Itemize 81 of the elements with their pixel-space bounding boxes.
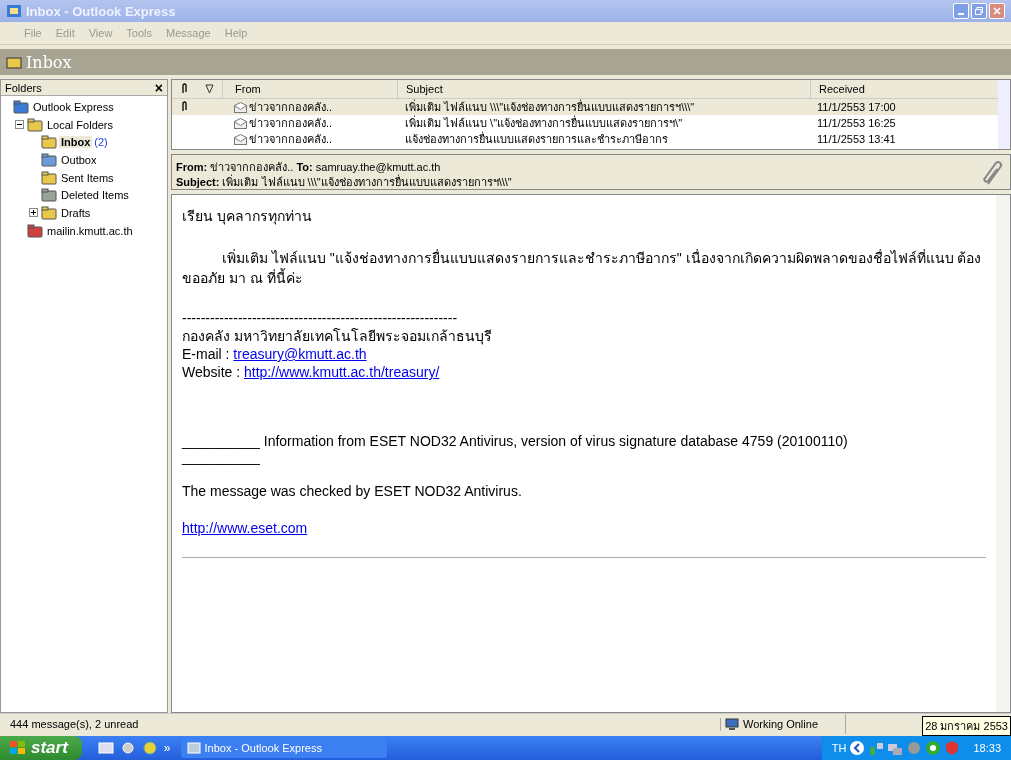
antivirus-notice: __________ Information from ESET NOD32 Antivirus, version of virus signature database 4759 (20100110)	[182, 433, 849, 449]
taskbar-button[interactable]: Inbox - Outlook Express	[180, 738, 387, 758]
subject: เพิ่มเติม ไฟล์แนบ \\\"แจ้งช่องทางการยื่นแบบแสดงรายการฯ\\\"	[222, 176, 512, 188]
restore-icon	[975, 7, 983, 15]
field-label: E-mail :	[182, 346, 230, 362]
folder-item[interactable]: Deleted Items	[59, 189, 131, 202]
paperclip-icon[interactable]	[982, 160, 1004, 186]
folder-item[interactable]: Outlook Express	[31, 100, 116, 113]
window-title: Inbox - Outlook Express	[26, 3, 177, 19]
folder-icon	[27, 117, 43, 132]
eset-link[interactable]: http://www.eset.com	[182, 520, 308, 536]
folder-title: Inbox	[26, 52, 72, 72]
expand-icon[interactable]	[29, 208, 39, 218]
folder-item[interactable]: mailin.kmutt.ac.th	[45, 224, 135, 237]
inbox-icon	[6, 55, 22, 69]
table-cell-text: 11/1/2553 17:00	[816, 101, 897, 113]
folder-item[interactable]: Inbox	[59, 136, 93, 149]
organization: กองคลัง มหาวิทยาลัยเทคโนโลยีพระจอมเกล้าธนบุรี	[182, 327, 493, 345]
table-cell-text: ข่าวจากกองคลัง..	[249, 116, 333, 131]
table-cell-text: แจ้งช่องทางการยื่นแบบแสดงรายการและชำระภาษีอากร	[404, 130, 669, 147]
tooltip: 28 มกราคม 2553	[922, 716, 1011, 736]
column-header[interactable]: Subject	[397, 80, 810, 98]
field-label: Subject:	[176, 176, 220, 188]
paperclip-icon[interactable]	[180, 82, 188, 94]
message-row[interactable]: ข่าวจากกองคลัง.. แจ้งช่องทางการยื่นแบบแสดงรายการและชำระภาษีอากร 11/1/2553 13:41	[172, 131, 998, 147]
folder-item[interactable]: Drafts	[59, 206, 93, 219]
browser-icon[interactable]	[141, 740, 158, 756]
envelope-icon	[234, 101, 247, 113]
field-label: Website :	[182, 364, 241, 380]
folder-icon	[41, 205, 57, 220]
envelope-icon	[234, 133, 247, 145]
computer-icon	[725, 717, 739, 731]
close-button[interactable]	[989, 3, 1005, 19]
app-icon	[6, 3, 22, 19]
field-label: From:	[176, 161, 208, 173]
email-link[interactable]: treasury@kmutt.ac.th	[233, 346, 367, 362]
recipient: samruay.the@kmutt.ac.th	[315, 161, 441, 173]
message-row[interactable]: ข่าวจากกองคลัง.. เพิ่มเติม ไฟล์แนบ \"แจ้งช่องทางการยื่นแบบแสดงรายการฯ\" 11/1/2553 16:25	[172, 115, 998, 131]
windows-logo-icon	[10, 741, 26, 755]
paragraph: เพิ่มเติม ไฟล์แนบ "แจ้งช่องทางการยื่นแบบแสดงรายการและชำระภาษีอากร" เนื่องจากเกิดความผิดพลาดของชื่อไฟล์ที่แนบ ต้องขออภัย มา ณ ที่นี้ค่ะ	[182, 248, 983, 288]
restore-button[interactable]	[971, 3, 987, 19]
table-cell-text: ข่าวจากกองคลัง..	[249, 100, 333, 115]
table-cell-text: ข่าวจากกองคลัง..	[249, 132, 333, 147]
start-button[interactable]: start	[0, 736, 82, 760]
separator-text: -----------------------------------------------------------	[182, 309, 459, 327]
separator-text: __________	[182, 449, 261, 465]
chevron-button[interactable]: »	[163, 741, 171, 755]
inbox-icon	[41, 135, 57, 150]
envelope-icon	[234, 117, 247, 129]
close-button[interactable]: ×	[154, 79, 163, 96]
folder-icon	[41, 170, 57, 185]
message-row[interactable]: ข่าวจากกองคลัง.. เพิ่มเติม ไฟล์แนบ \\\"แจ้งช่องทางการยื่นแบบแสดงรายการฯ\\\" 11/1/2553 17:00	[172, 99, 998, 115]
table-cell-text: 11/1/2553 13:41	[816, 133, 897, 145]
app-icon	[186, 741, 201, 755]
greeting: เรียน บุคลากรทุกท่าน	[182, 207, 313, 227]
trash-icon	[41, 188, 57, 203]
folder-item[interactable]: Sent Items	[59, 171, 116, 184]
status-text: Working Online	[743, 718, 818, 730]
column-header[interactable]: From	[222, 80, 397, 98]
table-cell-text: เพิ่มเติม ไฟล์แนบ \\\"แจ้งช่องทางการยื่นแบบแสดงรายการฯ\\\"	[404, 98, 696, 115]
status-text: 444 message(s), 2 unread	[9, 718, 140, 730]
sender: ข่าวจากกองคลัง..	[210, 161, 294, 173]
antivirus-message: The message was checked by ESET NOD32 Antivirus.	[182, 483, 523, 499]
unread-count: (2)	[94, 136, 108, 149]
shield-icon[interactable]	[925, 740, 942, 756]
outbox-icon	[41, 152, 57, 167]
mail-icon[interactable]	[97, 740, 114, 756]
website-link[interactable]: http://www.kmutt.ac.th/treasury/	[244, 364, 440, 380]
folder-item[interactable]: Local Folders	[45, 118, 116, 131]
pane-title: Folders	[5, 81, 42, 94]
program-icon[interactable]	[119, 740, 136, 756]
field-label: To:	[296, 161, 313, 173]
minimize-button[interactable]	[953, 3, 969, 19]
table-cell-text: เพิ่มเติม ไฟล์แนบ \"แจ้งช่องทางการยื่นแบบแสดงรายการฯ\"	[404, 114, 684, 131]
collapse-icon[interactable]	[15, 120, 25, 130]
app-icon	[13, 99, 29, 114]
scrollbar	[998, 80, 1010, 149]
folder-item[interactable]: Outbox	[59, 153, 99, 166]
server-icon	[27, 223, 43, 238]
table-cell-text: 11/1/2553 16:25	[816, 117, 897, 129]
close-icon	[993, 7, 1001, 15]
